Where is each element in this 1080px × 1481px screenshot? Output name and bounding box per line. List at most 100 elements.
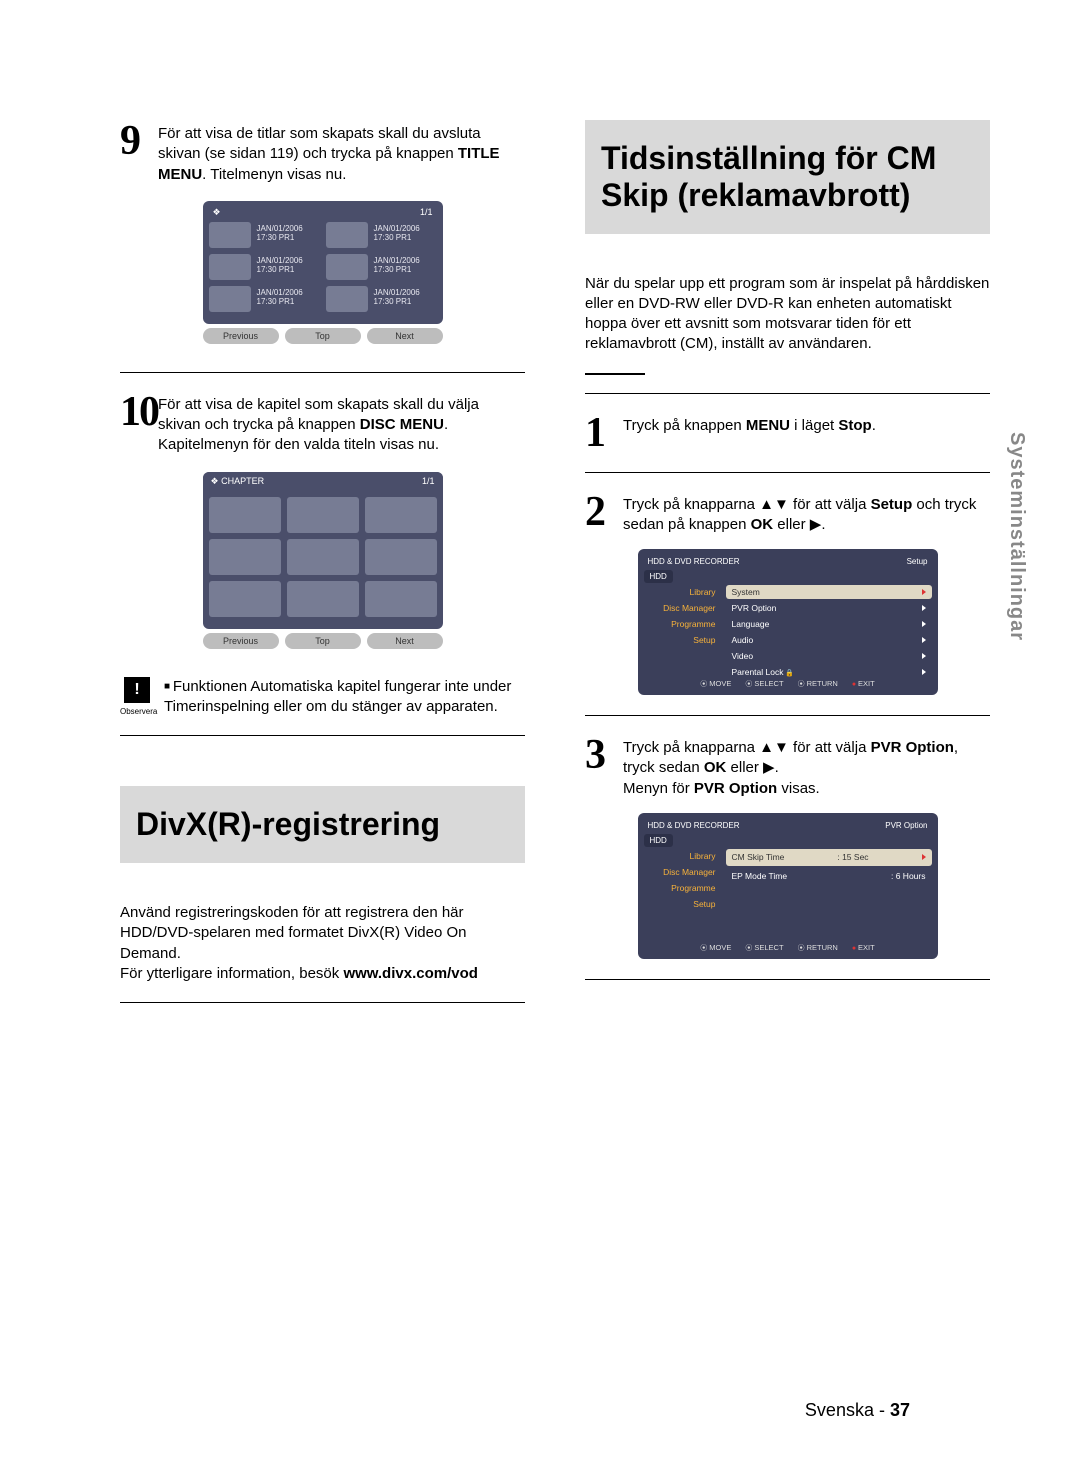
title-meta: JAN/01/200617:30 PR1 [257, 222, 320, 248]
page-number: 37 [890, 1400, 910, 1420]
title-thumbnail [326, 254, 368, 280]
step-number: 3 [585, 734, 615, 799]
title-meta: JAN/01/200617:30 PR1 [374, 222, 437, 248]
osd-sidebar: Library Disc Manager Programme Setup [644, 849, 722, 939]
title-menu-screenshot: ❖ 1/1 JAN/01/200617:30 PR1 JAN/01/200617… [203, 201, 443, 344]
chapter-thumbnail [209, 539, 281, 575]
osd-title: HDD & DVD RECORDER [648, 557, 740, 566]
divider [120, 735, 525, 736]
step-1: 1 Tryck på knappen MENU i läget Stop. [585, 412, 990, 454]
osd-side-item: Library [644, 585, 722, 599]
osd-pvr-screenshot: HDD & DVD RECORDER PVR Option HDD Librar… [638, 813, 938, 959]
step-number: 9 [120, 120, 150, 185]
chapter-thumbnail [365, 497, 437, 533]
text: . Titelmenyn visas nu. [202, 166, 346, 183]
chapter-menu-screenshot: ❖ CHAPTER 1/1 [203, 472, 443, 649]
divider [585, 715, 990, 716]
step-text: För att visa de titlar som skapats skall… [158, 120, 525, 185]
side-tab: Systeminställningar [1005, 432, 1028, 641]
observe-text: Funktionen Automatiska kapitel fungerar … [164, 677, 525, 718]
osd-option-epmode: EP Mode Time: 6 Hours [726, 868, 932, 885]
chapter-thumbnail [287, 539, 359, 575]
divider [585, 472, 990, 473]
text: För att visa de titlar som skapats skall… [158, 125, 481, 162]
osd-option-pvr: PVR Option [726, 601, 932, 615]
previous-button: Previous [203, 328, 279, 344]
step-10: 10 För att visa de kapitel som skapats s… [120, 391, 525, 456]
step-number: 2 [585, 491, 615, 536]
text: För ytterligare information, besök [120, 965, 343, 982]
url-text: www.divx.com/vod [343, 965, 477, 982]
osd-side-item: Programme [644, 617, 722, 631]
top-button: Top [285, 633, 361, 649]
osd-title: HDD & DVD RECORDER [648, 821, 740, 830]
divider [120, 1002, 525, 1003]
chapter-thumbnail [287, 581, 359, 617]
chevron-right-icon [922, 669, 926, 675]
section-title: DivX(R)-registrering [136, 806, 509, 843]
next-button: Next [367, 633, 443, 649]
page-footer: Svenska - 37 [805, 1400, 910, 1421]
divider [585, 979, 990, 980]
chevron-right-icon [922, 854, 926, 860]
title-meta: JAN/01/200617:30 PR1 [257, 254, 320, 280]
chevron-right-icon [922, 653, 926, 659]
chevron-right-icon [922, 589, 926, 595]
title-meta: JAN/01/200617:30 PR1 [374, 254, 437, 280]
step-text: Tryck på knapparna ▲▼ för att välja Setu… [623, 491, 990, 536]
osd-hdd-badge: HDD [644, 834, 673, 847]
chapter-thumbnail [365, 581, 437, 617]
divider [120, 372, 525, 373]
right-column: Tidsinställning för CM Skip (reklamavbro… [585, 120, 990, 1021]
divider [585, 393, 990, 394]
osd-hints: MOVE SELECT RETURN EXIT [644, 939, 932, 953]
step-number: 10 [120, 391, 150, 456]
title-meta: JAN/01/200617:30 PR1 [257, 286, 320, 312]
osd-side-item: Disc Manager [644, 865, 722, 879]
chapter-thumbnail [287, 497, 359, 533]
title-thumbnail [209, 254, 251, 280]
osd-main: System PVR Option Language Audio Video P… [726, 585, 932, 675]
chevron-right-icon [922, 621, 926, 627]
chapter-header: ❖ CHAPTER [211, 476, 265, 487]
diamond-icon: ❖ [213, 207, 221, 218]
step-text: Tryck på knappen MENU i läget Stop. [623, 412, 876, 454]
intro-text: När du spelar upp ett program som är ins… [585, 274, 990, 355]
footer-lang: Svenska [805, 1400, 874, 1420]
observe-note: ! Observera Funktionen Automatiska kapit… [120, 677, 525, 718]
short-divider [585, 373, 645, 375]
osd-option-parental: Parental Lock [726, 665, 932, 679]
osd-setup-screenshot: HDD & DVD RECORDER Setup HDD Library Dis… [638, 549, 938, 695]
osd-option-system: System [726, 585, 932, 599]
title-thumbnail [209, 222, 251, 248]
left-column: 9 För att visa de titlar som skapats ska… [120, 120, 525, 1021]
osd-option-cmskip: CM Skip Time: 15 Sec [726, 849, 932, 866]
osd-subtitle: PVR Option [885, 821, 927, 830]
section-title: Tidsinställning för CM Skip (reklamavbro… [601, 140, 974, 214]
osd-side-item: Setup [644, 633, 722, 647]
osd-option-audio: Audio [726, 633, 932, 647]
footer-sep: - [874, 1400, 890, 1420]
page-counter: 1/1 [420, 207, 433, 218]
info-icon: ! [124, 677, 150, 703]
title-thumbnail [326, 286, 368, 312]
step-2: 2 Tryck på knapparna ▲▼ för att välja Se… [585, 491, 990, 536]
top-button: Top [285, 328, 361, 344]
chapter-thumbnail [209, 497, 281, 533]
step-9: 9 För att visa de titlar som skapats ska… [120, 120, 525, 185]
section-header: Tidsinställning för CM Skip (reklamavbro… [585, 120, 990, 234]
osd-hdd-badge: HDD [644, 570, 673, 583]
section-header: DivX(R)-registrering [120, 786, 525, 863]
step-3: 3 Tryck på knapparna ▲▼ för att välja PV… [585, 734, 990, 799]
step-text: Tryck på knapparna ▲▼ för att välja PVR … [623, 734, 990, 799]
osd-side-item: Setup [644, 897, 722, 911]
chapter-thumbnail [365, 539, 437, 575]
chevron-right-icon [922, 605, 926, 611]
title-thumbnail [209, 286, 251, 312]
title-thumbnail [326, 222, 368, 248]
osd-option-video: Video [726, 649, 932, 663]
chevron-right-icon [922, 637, 926, 643]
osd-side-item: Programme [644, 881, 722, 895]
page-counter: 1/1 [422, 476, 435, 487]
next-button: Next [367, 328, 443, 344]
